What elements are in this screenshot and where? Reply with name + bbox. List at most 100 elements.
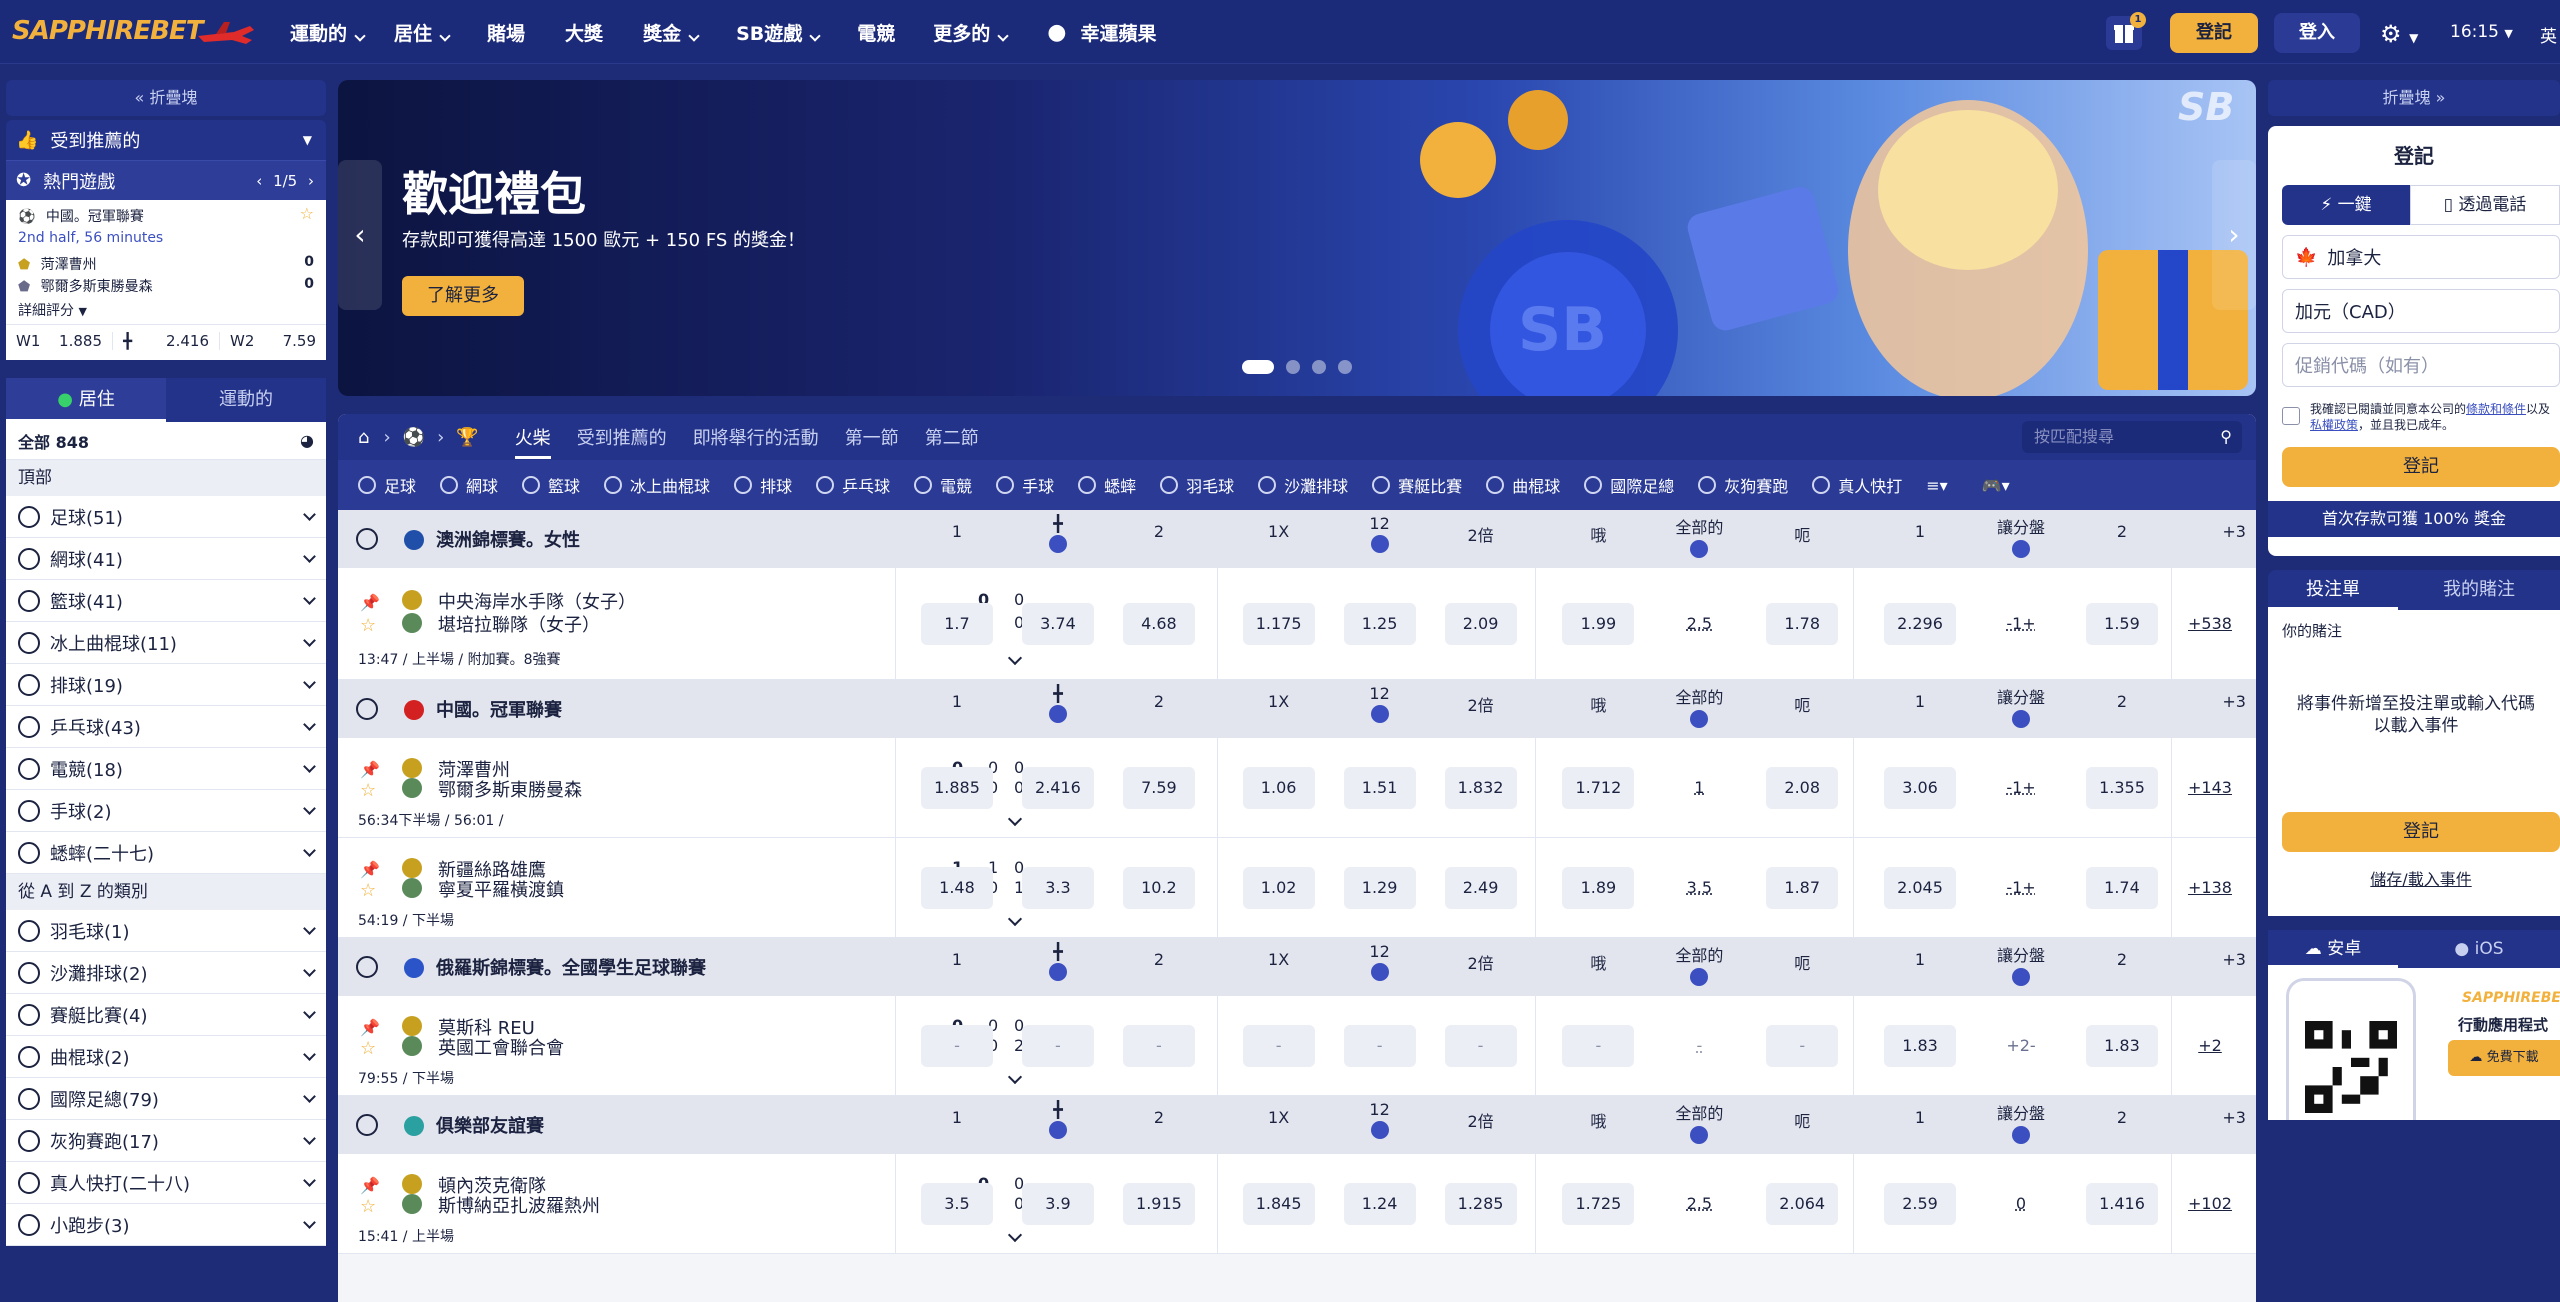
odd-button[interactable]: - [1242, 1025, 1315, 1067]
all-sports-row[interactable]: 全部 848 ◕ [6, 422, 326, 460]
chevron-down-icon[interactable] [303, 801, 316, 815]
chevron-down-icon[interactable] [303, 675, 316, 689]
chevron-down-icon[interactable] [2012, 968, 2030, 986]
odd-button[interactable]: 2.064 [1766, 1183, 1839, 1225]
sport-row[interactable]: 籃球(41) [6, 580, 326, 622]
hot-match-card[interactable]: ⚽ 中國。冠軍聯賽 ☆ 2nd half, 56 minutes ⬟ 菏澤曹州 … [6, 200, 326, 360]
sport-filter-item[interactable]: 網球 [440, 473, 498, 497]
site-logo[interactable]: SAPPHIREBET [12, 16, 203, 46]
odd-w1[interactable]: W1 1.885 [6, 331, 113, 350]
currency-select[interactable]: 加元（CAD） [2282, 289, 2560, 333]
nav-lucky-apple[interactable]: 幸運蘋果 [1080, 19, 1156, 46]
chevron-down-icon[interactable] [1007, 811, 1023, 827]
learn-more-button[interactable]: 了解更多 [402, 276, 524, 316]
odd-button[interactable]: 3.74 [1021, 603, 1094, 645]
sport-filter-item[interactable]: 乒乓球 [816, 473, 890, 497]
sport-filter-item[interactable]: 羽毛球 [1160, 473, 1234, 497]
odd-button[interactable]: 3.9 [1021, 1183, 1094, 1225]
odd-button[interactable]: 1.725 [1562, 1183, 1635, 1225]
prev-arrow-icon[interactable]: ‹ [256, 172, 262, 190]
odd-button[interactable]: 2.416 [1021, 767, 1094, 809]
chevron-down-icon[interactable] [303, 717, 316, 731]
sport-filter-item[interactable]: 沙灘排球 [1258, 473, 1348, 497]
odd-button[interactable]: 1.89 [1562, 867, 1635, 909]
odd-button[interactable]: - [1766, 1025, 1839, 1067]
odd-button[interactable]: 1.915 [1122, 1183, 1195, 1225]
chevron-down-icon[interactable] [303, 1215, 316, 1229]
sport-row[interactable]: 真人快打(二十八) [6, 1162, 326, 1204]
odd-button[interactable]: 1.29 [1343, 867, 1416, 909]
betslip-register-button[interactable]: 登記 [2282, 812, 2560, 852]
country-select[interactable]: 🍁 加拿大 [2282, 235, 2560, 279]
odd-button[interactable]: 7.59 [1122, 767, 1195, 809]
chevron-down-icon[interactable] [1048, 705, 1067, 723]
odd-button[interactable]: 10.2 [1122, 867, 1195, 909]
carousel-dot[interactable] [1338, 360, 1352, 374]
odd-button[interactable]: - [1021, 1025, 1094, 1067]
banner-prev-button[interactable]: ‹ [338, 160, 382, 310]
favorite-star-icon[interactable]: ☆ [360, 1196, 376, 1217]
collapse-left-button[interactable]: « 折疊塊 [6, 80, 326, 116]
privacy-link[interactable]: 私權政策 [2310, 418, 2358, 432]
chevron-down-icon[interactable] [303, 843, 316, 857]
odd-button[interactable]: 1.06 [1242, 767, 1315, 809]
chevron-down-icon[interactable] [1007, 1069, 1023, 1085]
nav-live[interactable]: 居住 [394, 19, 451, 46]
sport-filter-item[interactable]: 籃球 [522, 473, 580, 497]
pin-icon[interactable]: 📌 [360, 1018, 380, 1037]
sport-filter-item[interactable]: 真人快打 [1812, 473, 1902, 497]
odd-button[interactable]: 1.02 [1242, 867, 1315, 909]
nav-sb-games[interactable]: SB遊戲 [736, 19, 821, 46]
carousel-dot[interactable] [1312, 360, 1326, 374]
pin-icon[interactable]: 📌 [360, 593, 380, 612]
first-deposit-bonus[interactable]: 首次存款可獲 100% 獎金 [2268, 501, 2560, 537]
nav-sports[interactable]: 運動的 [290, 19, 366, 46]
favorite-star-icon[interactable]: ☆ [360, 880, 376, 901]
league-header[interactable]: 俱樂部友誼賽 1 ╋ 2 1X 12 2倍 哦 全部的 呃 1 讓分盤 2 +3 [338, 1096, 2256, 1154]
odd-button[interactable]: 1.59 [2085, 603, 2158, 645]
chevron-down-icon[interactable] [303, 633, 316, 647]
promo-banner[interactable]: SB SB ‹ › 歡迎禮包 存款即可獲得高達 1500 歐元 + 150 FS… [338, 80, 2256, 396]
odd-button[interactable]: 2.59 [1884, 1183, 1957, 1225]
carousel-dot[interactable] [1286, 360, 1300, 374]
chevron-down-icon[interactable] [1048, 963, 1067, 981]
sport-row[interactable]: 排球(19) [6, 664, 326, 706]
odd-button[interactable]: 1.355 [2085, 767, 2158, 809]
chevron-down-icon[interactable] [303, 921, 316, 935]
carousel-dot-active[interactable] [1242, 360, 1274, 374]
sport-row[interactable]: 手球(2) [6, 790, 326, 832]
match-row[interactable]: 📌☆莫斯科 REU英國工會聯合會02000279:55 / 下半場-------… [338, 996, 2256, 1096]
sport-filter-item[interactable]: 足球 [358, 473, 416, 497]
odd-button[interactable]: 2.296 [1884, 603, 1957, 645]
tab-recommended[interactable]: 受到推薦的 [577, 424, 667, 450]
tab-betslip[interactable]: 投注單 [2268, 570, 2398, 610]
nav-esports[interactable]: 電競 [857, 19, 895, 46]
odd-button[interactable]: 1.51 [1343, 767, 1416, 809]
tab-live[interactable]: ● 居住 [6, 378, 166, 422]
more-markets-link[interactable]: +143 [2180, 778, 2240, 797]
sport-row[interactable]: 蟋蟀(二十七) [6, 832, 326, 874]
odd-button[interactable]: 4.68 [1122, 603, 1195, 645]
odd-w2[interactable]: W2 7.59 [220, 332, 326, 350]
terms-checkbox[interactable] [2282, 407, 2300, 425]
chevron-down-icon[interactable] [303, 963, 316, 977]
gamepad-icon[interactable]: 🎮▾ [1982, 476, 2010, 495]
chevron-down-icon[interactable] [303, 507, 316, 521]
tab-second-half[interactable]: 第二節 [925, 424, 979, 450]
nav-jackpot[interactable]: 大獎 [565, 19, 603, 46]
odd-button[interactable]: 1.712 [1562, 767, 1635, 809]
sport-row[interactable]: 網球(41) [6, 538, 326, 580]
terms-link[interactable]: 條款和條件 [2466, 402, 2526, 416]
odd-button[interactable]: 1.99 [1562, 603, 1635, 645]
odd-button[interactable]: 1.83 [2085, 1025, 2158, 1067]
chevron-down-icon[interactable] [303, 1005, 316, 1019]
odd-button[interactable]: 2.09 [1444, 603, 1517, 645]
login-button[interactable]: 登入 [2274, 13, 2360, 53]
match-row[interactable]: 📌☆新疆絲路雄鷹寧夏平羅橫渡鎮11100154:19 / 下半場1.483.31… [338, 838, 2256, 938]
language-selector[interactable]: 英 [2540, 22, 2557, 47]
chevron-down-icon[interactable] [1048, 535, 1067, 553]
chevron-down-icon[interactable] [1007, 651, 1023, 666]
chevron-down-icon[interactable] [303, 591, 316, 605]
favorite-star-icon[interactable]: ☆ [360, 615, 376, 636]
home-icon[interactable]: ⌂ [358, 427, 369, 448]
